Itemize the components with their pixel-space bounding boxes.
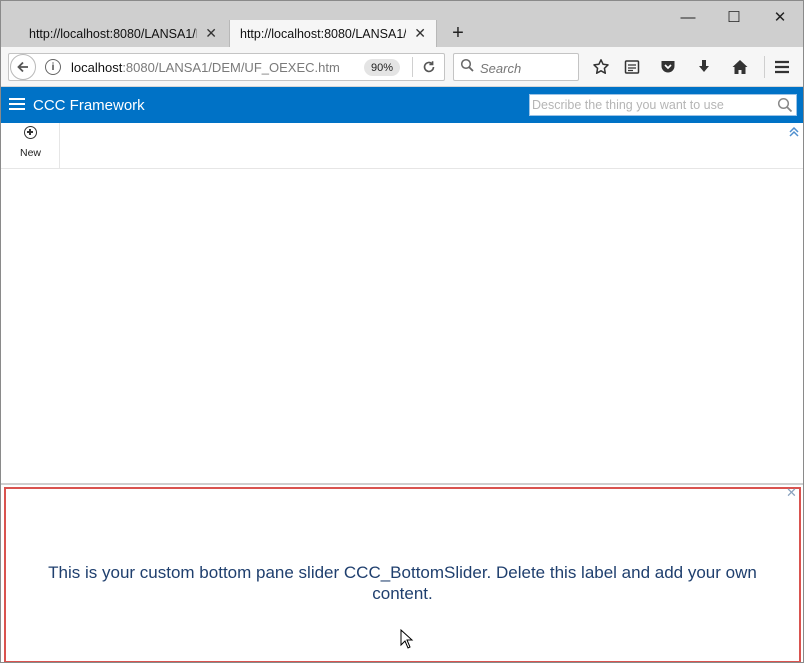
address-host: localhost (71, 60, 123, 75)
app-title: CCC Framework (33, 97, 145, 114)
menu-icon[interactable] (771, 57, 793, 77)
bottom-slider-message: This is your custom bottom pane slider C… (48, 563, 757, 603)
new-button-label: New (19, 147, 41, 159)
back-arrow-icon (17, 61, 28, 73)
minimize-window-button[interactable]: — (665, 5, 711, 29)
app-search-icon[interactable] (777, 97, 793, 113)
collapse-up-icon[interactable] (788, 126, 800, 138)
zoom-level-badge[interactable]: 90% (364, 59, 401, 76)
new-button[interactable]: New (1, 123, 60, 168)
address-url[interactable]: localhost:8080/LANSA1/DEM/UF_OEXEC.htm (71, 60, 343, 75)
browser-tab-1[interactable]: http://localhost:8080/LANSA1/D ✕ (19, 20, 227, 47)
browser-search-placeholder: Search (480, 61, 522, 76)
download-icon[interactable] (693, 57, 715, 77)
command-bar: New (1, 123, 803, 169)
app-menu-icon[interactable] (9, 98, 25, 112)
maximize-window-button[interactable]: ☐ (711, 5, 757, 29)
toolbar-divider (764, 56, 765, 78)
site-info-icon[interactable]: i (45, 59, 61, 75)
pocket-icon[interactable] (657, 57, 679, 77)
app-search-input[interactable] (530, 95, 775, 115)
back-button[interactable] (10, 54, 36, 80)
navigation-bar: i localhost:8080/LANSA1/DEM/UF_OEXEC.htm… (1, 47, 803, 87)
reading-list-icon[interactable] (621, 57, 643, 77)
close-window-button[interactable]: ✕ (757, 5, 803, 29)
address-divider (412, 57, 413, 77)
browser-search-box[interactable]: Search (453, 53, 579, 81)
pane-splitter[interactable] (1, 483, 803, 485)
tab-strip: http://localhost:8080/LANSA1/D ✕ http://… (1, 1, 803, 47)
home-icon[interactable] (729, 57, 751, 77)
tab-close-icon[interactable]: ✕ (414, 25, 426, 42)
slider-close-icon[interactable]: ✕ (786, 485, 797, 501)
bookmark-star-icon[interactable] (590, 57, 612, 77)
address-bar[interactable]: i localhost:8080/LANSA1/DEM/UF_OEXEC.htm… (8, 53, 445, 81)
add-circle-icon (24, 126, 37, 139)
mouse-cursor-icon (400, 629, 414, 649)
browser-window: http://localhost:8080/LANSA1/D ✕ http://… (0, 0, 804, 663)
browser-tab-2-active[interactable]: http://localhost:8080/LANSA1/D ✕ (229, 20, 437, 47)
reload-icon[interactable] (418, 57, 440, 77)
new-tab-button[interactable]: + (447, 20, 469, 47)
main-content-area (1, 169, 803, 483)
app-header: CCC Framework (1, 87, 803, 123)
search-icon (460, 58, 474, 72)
app-search-box[interactable] (529, 94, 797, 116)
tab-title: http://localhost:8080/LANSA1/D (29, 26, 198, 41)
tab-close-icon[interactable]: ✕ (205, 25, 217, 42)
address-path: :8080/LANSA1/DEM/UF_OEXEC.htm (122, 60, 340, 75)
tab-title: http://localhost:8080/LANSA1/D (240, 26, 407, 41)
